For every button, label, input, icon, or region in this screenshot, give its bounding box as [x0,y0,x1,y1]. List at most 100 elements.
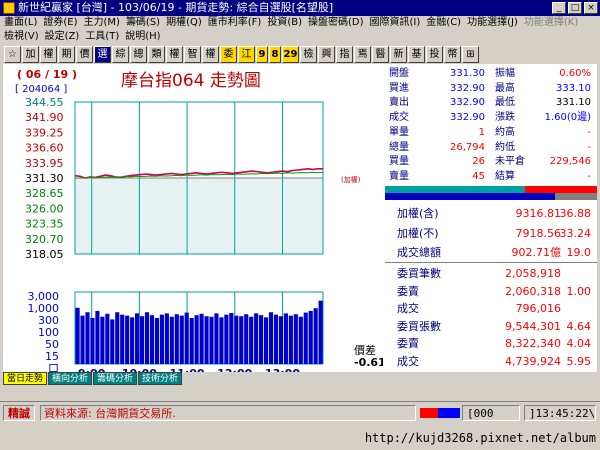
bid-ask-bar-gray [555,193,597,200]
menu-item[interactable]: 操盤密碼(D) [308,16,364,30]
index-label: 成交總額 [397,246,441,259]
quote-value: 331.30 [450,68,485,79]
toolbar-button[interactable]: 8 [269,45,281,63]
menu-item[interactable]: 國際資訊(I) [370,16,421,30]
y-tick-label: 328.65 [25,187,64,200]
menu-item[interactable]: 籌碼(S) [126,16,160,30]
volume-bar [318,300,323,364]
volume-bar [298,316,303,364]
menu-row-1: 畫面(L) 證券(E) 主力(M) 籌碼(S) 期權(Q) 匯市利率(F) 投資(B) 操盤密… [0,16,600,30]
toolbar-button[interactable]: 權 [40,45,57,63]
y-tick-label: 320.70 [25,233,64,246]
toolbar-button[interactable]: 委 [220,45,237,63]
menu-item[interactable]: 說明(H) [125,30,160,44]
maximize-button[interactable]: □ [568,2,582,14]
tab-3[interactable]: 技術分析 [138,372,183,385]
toolbar-button[interactable]: 總 [130,45,147,63]
index-value: 9316.81 [515,207,562,220]
toolbar-button[interactable]: 幣 [444,45,461,63]
volume-bar [204,316,209,364]
y-tick-label: 323.35 [25,218,64,231]
toolbar-button[interactable]: 檢 [300,45,317,63]
tab-0[interactable]: 當日走勢 [3,372,48,385]
toolbar-button[interactable]: 指 [336,45,353,63]
volume-bar [174,314,179,364]
toolbar: ☆ 加權期價選綜總類權智權委江 9 8 29 檢興指焉醫新基投幣 ⊞ [0,44,600,64]
quote-row: 買量 26 未平倉 229,546 [385,154,597,169]
toolbar-button[interactable]: 29 [282,45,299,63]
quote-value: 332.90 [450,82,485,94]
toolbar-button[interactable]: 智 [184,45,201,63]
status-counter: [000 [462,405,520,421]
quote-row: 開盤 331.30 振幅 0.60% [385,66,597,81]
quote-value: 26,794 [450,141,485,153]
close-button[interactable]: × [584,2,598,14]
volume-bar [130,317,135,364]
volume-bar [189,317,194,364]
index-row: 成交總額 902.71億 19.0 [385,243,597,263]
spread-value: -0.61 [354,356,383,369]
y-tick-label: 318.05 [25,248,64,261]
toolbar-button[interactable]: 投 [426,45,443,63]
volume-bar [164,313,169,364]
toolbar-button[interactable]: 綜 [112,45,129,63]
quote-label: 單量 [389,126,409,138]
toolbar-button[interactable]: ☆ [4,45,21,63]
menu-item[interactable]: 投資(B) [267,16,302,30]
toolbar-button[interactable]: 期 [58,45,75,63]
menu-item[interactable]: 檢視(V) [4,30,39,44]
menu-item[interactable]: 金融(C) [426,16,461,30]
menu-item[interactable]: 工具(T) [85,30,119,44]
window-title: 新世紀贏家 [台灣] - 103/06/19 - 期貨走勢: 綜合自選股[名望股… [18,1,334,14]
index-change: 19.0 [566,246,592,259]
toolbar-button[interactable]: 焉 [354,45,371,63]
toolbar-button[interactable]: ⊞ [462,45,479,63]
y-tick-label: 336.60 [25,142,64,155]
toolbar-button[interactable]: 興 [318,45,335,63]
volume-bar [154,317,160,364]
volume-bar [229,312,234,364]
volume-bar [263,317,269,364]
menu-item[interactable]: 期權(Q) [166,16,202,30]
menu-item[interactable]: 設定(Z) [45,30,80,44]
quote-value-2: 331.10 [556,97,591,109]
status-clock: ]13:45:22\ [524,405,596,421]
toolbar-button[interactable]: 9 [256,45,268,63]
toolbar-button[interactable]: 醫 [372,45,389,63]
toolbar-button[interactable]: 加 [22,45,39,63]
toolbar-button[interactable]: 權 [202,45,219,63]
menu-item[interactable]: 主力(M) [84,16,120,30]
volume-bar [209,316,214,364]
minimize-button[interactable]: _ [552,2,566,14]
toolbar-button[interactable]: 選 [94,45,111,63]
volume-bar [224,314,229,364]
quote-row: 賣量 45 結算 - [385,169,597,184]
volume-bar [169,316,174,364]
toolbar-button[interactable]: 新 [390,45,407,63]
y-tick-label: 331.30 [25,172,64,185]
tab-2[interactable]: 籌碼分析 [93,372,138,385]
index-value: 7918.56 [515,226,562,240]
volume-bar [100,316,105,364]
volume-bar [259,315,264,364]
volume-bar [184,312,189,364]
quote-value-2: 0.60% [559,68,591,79]
quote-value: 45 [472,170,485,182]
quote-value-2: 1.60(0邊) [544,112,591,124]
below-reference-fill [75,178,323,254]
toolbar-button[interactable]: 江 [238,45,255,63]
toolbar-button[interactable]: 權 [166,45,183,63]
toolbar-button[interactable]: 價 [76,45,93,63]
volume-bar [199,313,204,364]
menu-item[interactable]: 證券(E) [43,16,77,30]
menu-item[interactable]: 功能選擇(J) [467,16,518,30]
toolbar-button[interactable]: 基 [408,45,425,63]
y-tick-label: 326.00 [25,202,64,215]
toolbar-button[interactable]: 類 [148,45,165,63]
trend-chart[interactable]: 344.55 341.90 339.25 336.60 333.95 331.30 328.… [3,64,386,380]
volume-bar [135,313,140,364]
tab-1[interactable]: 橫向分析 [48,372,93,385]
menu-item[interactable]: 匯市利率(F) [208,16,262,30]
menu-item[interactable]: 畫面(L) [4,16,37,30]
volume-bar [313,308,318,364]
